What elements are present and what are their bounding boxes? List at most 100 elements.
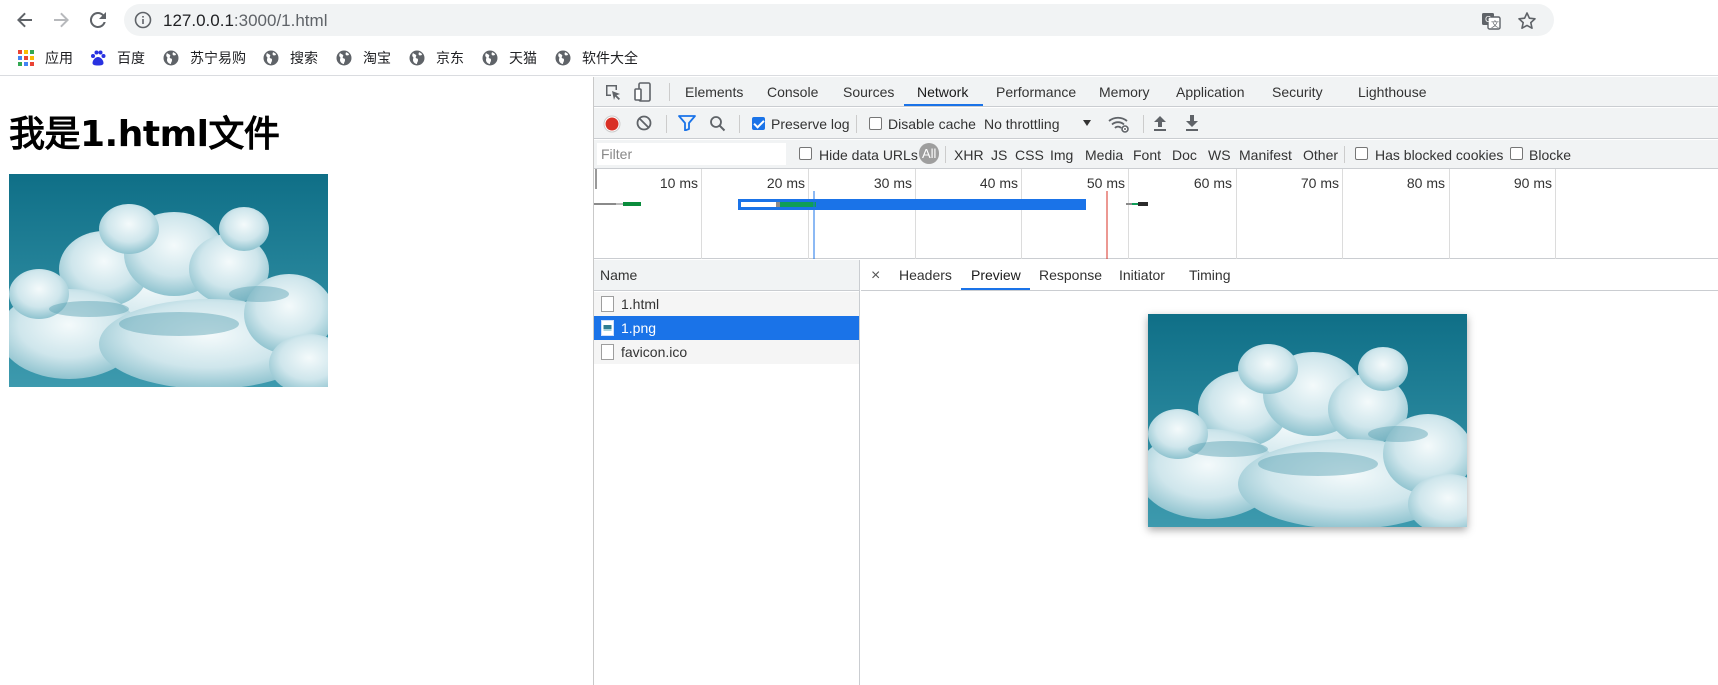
active-tab-indicator	[904, 104, 983, 106]
bookmark-label: 苏宁易购	[190, 50, 246, 66]
disable-cache-label: Disable cache	[888, 116, 976, 132]
request-bar-favicon	[1126, 202, 1148, 206]
type-filter-media[interactable]: Media	[1085, 147, 1123, 163]
hide-data-urls-checkbox[interactable]	[799, 147, 812, 160]
throttling-select[interactable]: No throttling	[984, 116, 1059, 132]
globe-icon	[263, 50, 279, 66]
type-filter-doc[interactable]: Doc	[1172, 147, 1197, 163]
type-filter-manifest[interactable]: Manifest	[1239, 147, 1292, 163]
tab-lighthouse[interactable]: Lighthouse	[1358, 77, 1427, 107]
tab-elements[interactable]: Elements	[685, 77, 743, 107]
tab-initiator[interactable]: Initiator	[1119, 260, 1165, 291]
tab-sources[interactable]: Sources	[843, 77, 894, 107]
clear-icon[interactable]	[636, 115, 652, 131]
address-bar[interactable]: 127.0.0.1:3000/1.html G文	[124, 4, 1554, 36]
details-tab-bar: × Headers Preview Response Initiator Tim…	[861, 260, 1718, 291]
has-blocked-cookies-checkbox[interactable]	[1355, 147, 1368, 160]
type-filter-other[interactable]: Other	[1303, 147, 1338, 163]
tab-memory[interactable]: Memory	[1099, 77, 1150, 107]
request-bar-1-png	[738, 199, 1086, 210]
import-har-icon[interactable]	[1152, 114, 1168, 132]
requests-list: Name 1.html 1.png favicon.ico	[594, 260, 860, 685]
active-detail-tab-indicator	[961, 288, 1030, 290]
page-heading: 我是1.html文件	[9, 114, 280, 155]
separator	[666, 115, 667, 133]
export-har-icon[interactable]	[1184, 114, 1200, 132]
type-filter-xhr[interactable]: XHR	[954, 147, 984, 163]
tab-performance[interactable]: Performance	[996, 77, 1076, 107]
bookmark-software[interactable]: 软件大全	[555, 48, 638, 68]
cloud-image	[9, 174, 328, 387]
hide-data-urls-label: Hide data URLs	[819, 147, 918, 163]
network-toolbar: Preserve log Disable cache No throttling	[594, 108, 1718, 139]
separator	[1344, 146, 1345, 163]
reload-button[interactable]	[85, 7, 111, 33]
bookmark-label: 应用	[45, 50, 73, 66]
tab-preview[interactable]: Preview	[971, 260, 1021, 291]
globe-icon	[163, 50, 179, 66]
bookmark-search[interactable]: 搜索	[263, 48, 318, 68]
back-button[interactable]	[12, 7, 38, 33]
request-row-favicon[interactable]: favicon.ico	[594, 340, 859, 364]
preserve-log-checkbox[interactable]	[752, 117, 765, 130]
info-icon[interactable]	[134, 11, 152, 29]
filter-input[interactable]	[597, 143, 786, 165]
request-row-1-png[interactable]: 1.png	[594, 316, 859, 340]
globe-icon	[409, 50, 425, 66]
inspect-element-icon[interactable]	[604, 83, 622, 101]
image-file-icon	[601, 320, 614, 336]
devtools-tab-bar: Elements Console Sources Network Perform…	[594, 77, 1718, 107]
dropdown-arrow-icon[interactable]	[1082, 119, 1092, 127]
type-filter-css[interactable]: CSS	[1015, 147, 1044, 163]
devtools-panel: Elements Console Sources Network Perform…	[593, 77, 1718, 685]
bookmark-tmall[interactable]: 天猫	[482, 48, 537, 68]
tab-timing[interactable]: Timing	[1189, 260, 1231, 291]
separator	[1143, 115, 1144, 133]
bookmark-apps[interactable]: 应用	[18, 48, 73, 68]
translate-icon[interactable]: G文	[1480, 10, 1502, 32]
separator	[669, 83, 670, 101]
request-name: favicon.ico	[621, 344, 688, 360]
type-filter-all[interactable]: All	[919, 143, 940, 164]
search-icon[interactable]	[709, 115, 726, 132]
type-filter-font[interactable]: Font	[1133, 147, 1161, 163]
tab-console[interactable]: Console	[767, 77, 818, 107]
network-overview-timeline[interactable]: 10 ms 20 ms 30 ms 40 ms 50 ms 60 ms 70 m…	[594, 169, 1718, 259]
blocked-requests-checkbox[interactable]	[1510, 147, 1523, 160]
bookmark-label: 搜索	[290, 50, 318, 66]
request-details-panel: × Headers Preview Response Initiator Tim…	[861, 260, 1718, 685]
network-conditions-icon[interactable]	[1108, 114, 1130, 134]
bookmark-taobao[interactable]: 淘宝	[336, 48, 391, 68]
type-filter-js[interactable]: JS	[991, 147, 1007, 163]
device-toolbar-icon[interactable]	[634, 82, 652, 102]
bookmark-star-icon[interactable]	[1516, 10, 1538, 32]
filter-icon[interactable]	[678, 115, 696, 131]
bookmarks-bar: 应用 百度 苏宁易购 搜索 淘宝 京东 天猫 软件大全	[0, 40, 1718, 76]
bookmark-label: 京东	[436, 50, 464, 66]
tab-response[interactable]: Response	[1039, 260, 1102, 291]
type-filter-ws[interactable]: WS	[1208, 147, 1231, 163]
request-row-1-html[interactable]: 1.html	[594, 292, 859, 316]
bookmark-suning[interactable]: 苏宁易购	[163, 48, 246, 68]
close-details-button[interactable]: ×	[871, 260, 880, 291]
url-text: 127.0.0.1:3000/1.html	[163, 11, 327, 31]
tab-security[interactable]: Security	[1272, 77, 1323, 107]
bookmark-baidu[interactable]: 百度	[90, 48, 145, 68]
has-blocked-cookies-label: Has blocked cookies	[1375, 147, 1504, 163]
forward-button[interactable]	[48, 7, 74, 33]
tab-application[interactable]: Application	[1176, 77, 1245, 107]
tab-network[interactable]: Network	[917, 77, 968, 107]
name-column-header[interactable]: Name	[594, 260, 859, 291]
back-arrow-icon	[17, 12, 32, 28]
image-preview	[1148, 314, 1467, 527]
bookmark-jd[interactable]: 京东	[409, 48, 464, 68]
record-button[interactable]	[603, 115, 621, 133]
url-host: 127.0.0.1	[163, 11, 234, 30]
tab-headers[interactable]: Headers	[899, 260, 952, 291]
disable-cache-checkbox[interactable]	[869, 117, 882, 130]
type-filter-img[interactable]: Img	[1050, 147, 1073, 163]
document-file-icon	[601, 344, 614, 360]
bookmark-label: 软件大全	[582, 50, 638, 66]
apps-grid-icon	[18, 50, 34, 66]
bookmark-label: 天猫	[509, 50, 537, 66]
